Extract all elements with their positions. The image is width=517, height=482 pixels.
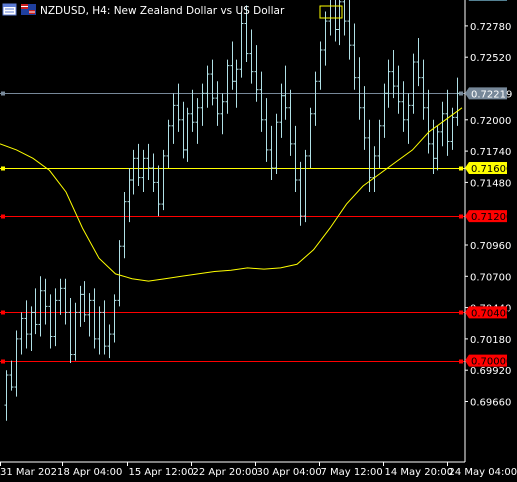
level-handle[interactable] <box>1 359 5 364</box>
level-price-tag: 0.70000 <box>465 354 512 368</box>
level-price-text: 0.73040 <box>471 0 512 2</box>
time-tick-label: 31 Mar 2021 <box>0 467 63 478</box>
level-price-text: 0.71600 <box>471 164 512 175</box>
price-tick-label: 0.72000 <box>470 116 511 127</box>
level-handle[interactable] <box>459 310 463 315</box>
price-tick-label: 0.71740 <box>470 147 511 158</box>
time-tick-label: 30 Apr 04:00 <box>257 467 322 478</box>
level-price-tag: 0.71200 <box>465 210 512 223</box>
price-chart[interactable]: 0.72780 0.72520 0.72000 0.71740 0.71480 0.709… <box>0 0 517 482</box>
chart-title: NZDUSD, H4: New Zealand Dollar vs US Dol… <box>40 5 285 17</box>
level-handle[interactable] <box>459 166 463 171</box>
price-tick-label: 0.69920 <box>470 366 511 377</box>
price-tick-label: 0.70700 <box>470 272 511 283</box>
level-handle[interactable] <box>1 91 5 96</box>
level-price-tag: 0.70400 <box>465 306 512 319</box>
level-price-tag: 0.71600 <box>465 161 512 175</box>
level-handle[interactable] <box>1 166 5 171</box>
time-tick-label: 15 Apr 12:00 <box>129 467 194 478</box>
time-tick-label: 22 Apr 20:00 <box>193 467 258 478</box>
level-handle[interactable] <box>1 310 5 315</box>
window-icon[interactable] <box>2 3 17 16</box>
chart-background <box>0 0 517 482</box>
time-tick-label: 14 May 20:00 <box>385 467 454 478</box>
level-price-tag: 0.73040 <box>468 0 512 2</box>
level-price-text: 0.70000 <box>471 357 512 368</box>
flag-icon <box>21 4 36 15</box>
level-handle[interactable] <box>1 214 5 219</box>
level-handle[interactable] <box>459 359 463 364</box>
level-price-text: 0.71200 <box>471 212 512 223</box>
price-tick-label: 0.70960 <box>470 241 511 252</box>
price-tick-label: 0.69660 <box>470 398 511 409</box>
time-tick-label: 7 May 12:00 <box>321 467 383 478</box>
price-tick-label: 0.72780 <box>470 22 511 33</box>
chart-header: NZDUSD, H4: New Zealand Dollar vs US Dol… <box>2 3 285 17</box>
level-price-text: 0.70400 <box>471 308 512 319</box>
price-tick-label: 0.72520 <box>470 53 511 64</box>
level-handle[interactable] <box>459 91 463 96</box>
level-price-text: 0.72219 <box>471 89 512 100</box>
level-price-tag: 0.72219 <box>465 87 512 100</box>
time-tick-label: 24 May 04:00 <box>449 467 517 478</box>
level-handle[interactable] <box>459 214 463 219</box>
price-tick-label: 0.71480 <box>470 178 511 189</box>
time-tick-label: 8 Apr 04:00 <box>64 467 123 478</box>
price-tick-label: 0.70180 <box>470 335 511 346</box>
